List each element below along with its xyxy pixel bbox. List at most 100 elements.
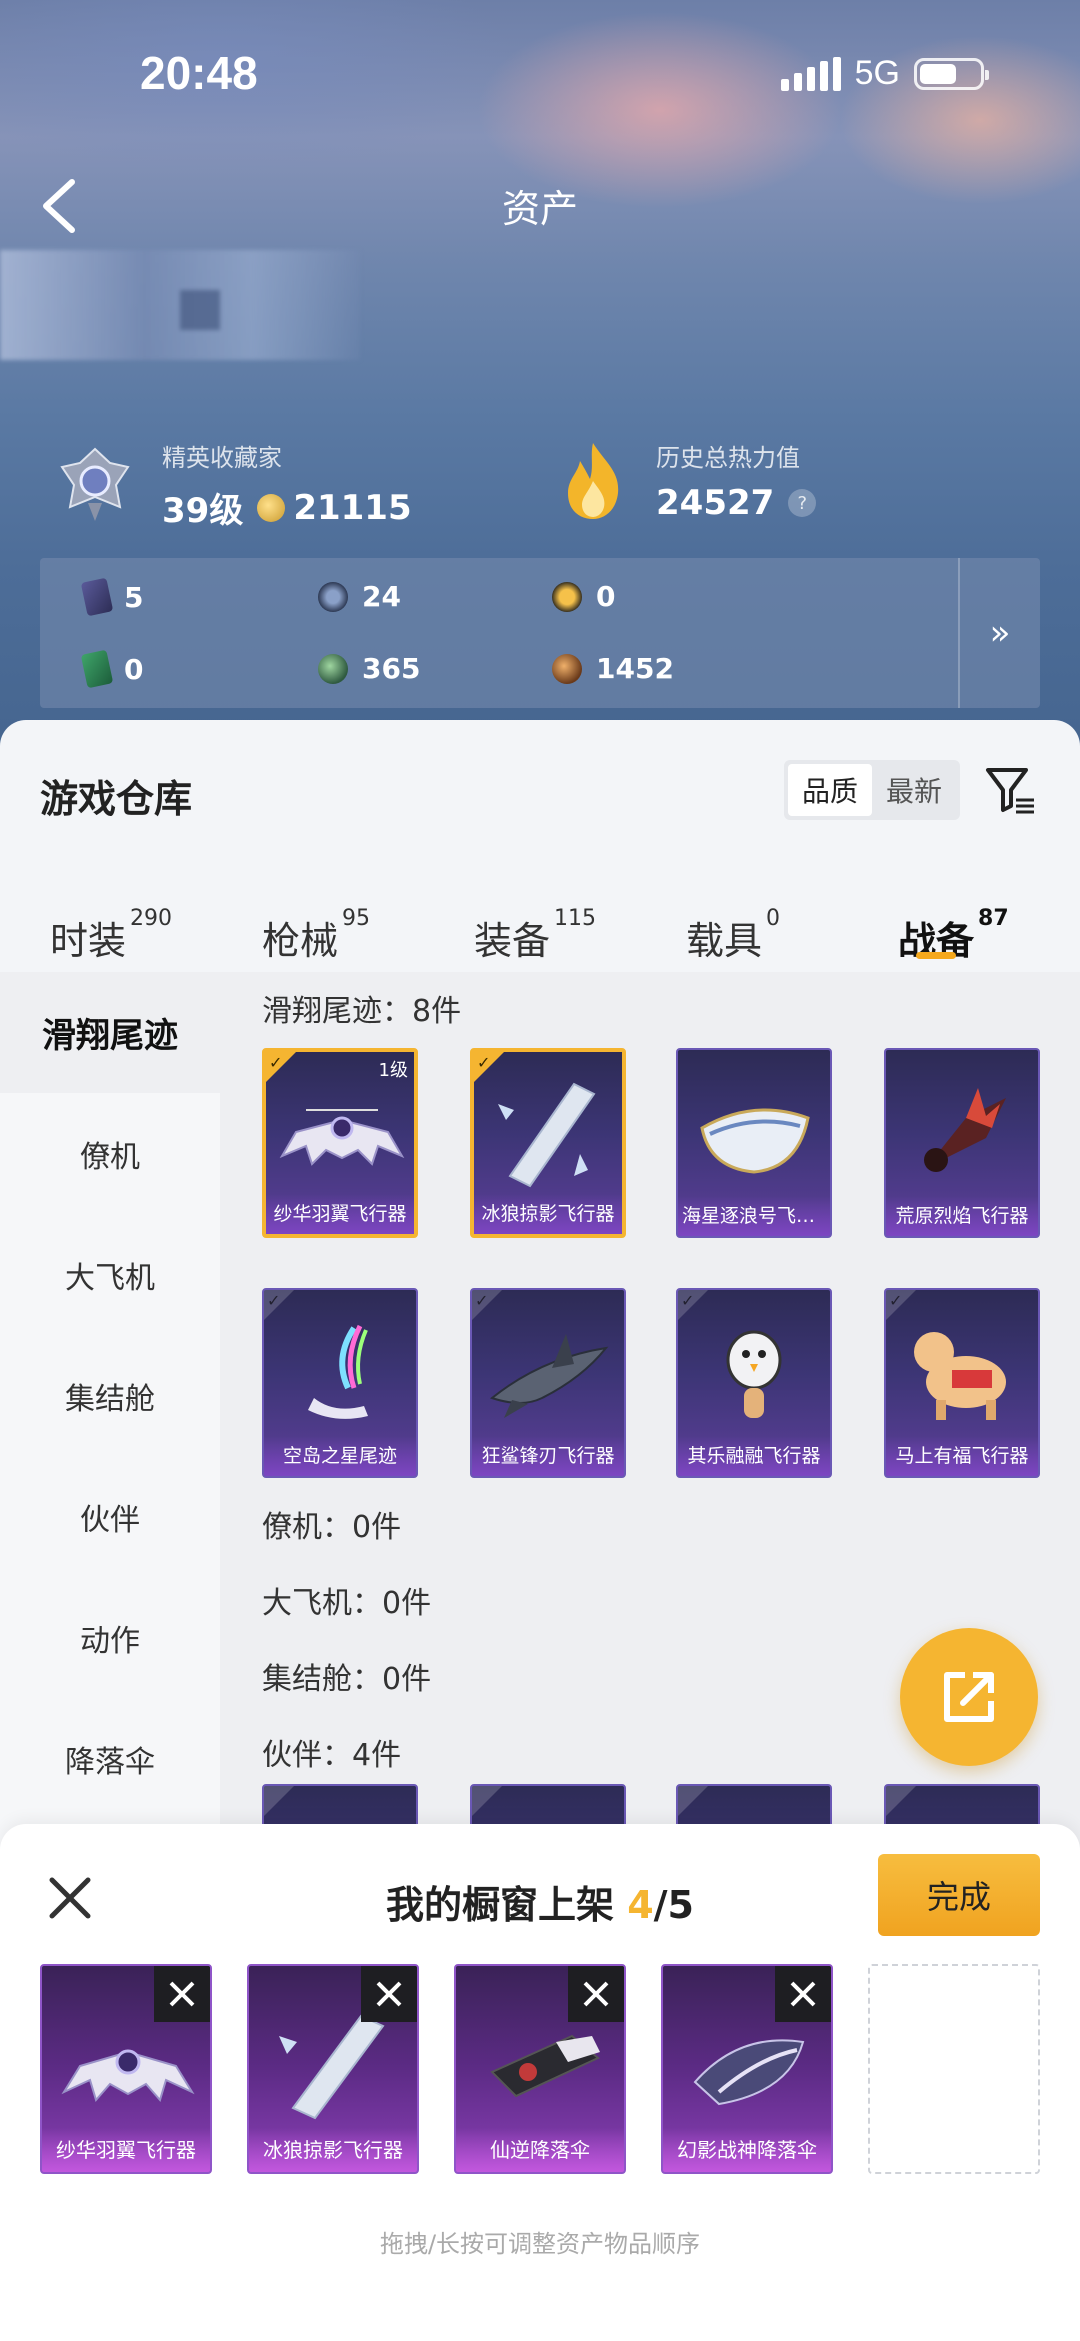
resource-gold-token: 0	[552, 580, 615, 613]
shark-glider-art	[489, 1334, 609, 1418]
item-card[interactable]: ✓ 冰狼掠影飞行器	[470, 1048, 626, 1238]
item-card[interactable]: ✓ 狂鲨锋刃飞行器	[470, 1288, 626, 1478]
close-icon	[169, 1981, 195, 2007]
close-icon	[583, 1981, 609, 2007]
status-time: 20:48	[140, 47, 258, 99]
purple-card-icon	[80, 577, 114, 617]
filter-icon[interactable]	[984, 764, 1036, 816]
resource-card-purple: 5	[80, 577, 143, 617]
collector-badge-icon	[60, 447, 130, 521]
network-type: 5G	[854, 54, 900, 92]
power-stat: 历史总热力值 24527 ?	[560, 438, 817, 523]
section-title: 滑翔尾迹：8件	[262, 994, 462, 1029]
item-card[interactable]: 海星逐浪号飞行器	[676, 1048, 832, 1238]
item-name: 马上有福飞行器	[886, 1436, 1038, 1476]
sidebar-item-glide-trail[interactable]: 滑翔尾迹	[0, 972, 220, 1093]
slot-name: 冰狼掠影飞行器	[249, 2128, 417, 2172]
bronze-coin-icon	[552, 653, 582, 684]
warehouse-title: 游戏仓库	[40, 777, 193, 821]
sort-toggle[interactable]: 品质 最新	[784, 760, 960, 820]
showcase-slot[interactable]: 幻影战神降落伞	[661, 1964, 833, 2174]
share-icon	[944, 1672, 994, 1722]
wing-glider-art	[61, 2049, 195, 2103]
showcase-slot[interactable]: 仙逆降落伞	[454, 1964, 626, 2174]
resources-more-button[interactable]: »	[958, 558, 1040, 708]
showcase-count: 4	[627, 1883, 654, 1927]
sidebar-item-big-plane[interactable]: 大飞机	[0, 1214, 220, 1335]
showcase-sheet: 我的橱窗上架 4/5 完成 纱华羽翼飞行器 冰狼掠影飞行器 仙逆降落伞 幻影战神…	[0, 1824, 1080, 2341]
showcase-total: /5	[653, 1883, 694, 1927]
resource-green-orb: 365	[318, 652, 420, 685]
item-card[interactable]: 荒原烈焰飞行器	[884, 1048, 1040, 1238]
close-icon	[376, 1981, 402, 2007]
slot-name: 仙逆降落伞	[456, 2128, 624, 2172]
category-tabs: 时装290 枪械95 装备115 载具0 战备87	[0, 870, 1080, 963]
item-card[interactable]: ✓ 其乐融融飞行器	[676, 1288, 832, 1478]
tab-vehicles[interactable]: 载具0	[686, 906, 780, 965]
power-value: 24527	[656, 483, 775, 523]
sort-newest[interactable]: 最新	[872, 764, 956, 816]
remove-button[interactable]	[775, 1966, 831, 2022]
tab-guns[interactable]: 枪械95	[262, 906, 370, 965]
ice-wolf-glider-art	[279, 2014, 385, 2120]
sidebar-item-emote[interactable]: 动作	[0, 1577, 220, 1698]
item-name: 狂鲨锋刃飞行器	[472, 1436, 624, 1476]
sidebar-item-parachute[interactable]: 降落伞	[0, 1698, 220, 1819]
flame-glider-art	[924, 1088, 1006, 1172]
empty-slot[interactable]	[868, 1964, 1040, 2174]
ice-wolf-glider-art	[498, 1082, 596, 1188]
sidebar-item-partner[interactable]: 伙伴	[0, 1456, 220, 1577]
remove-button[interactable]	[361, 1966, 417, 2022]
collector-level: 39级	[162, 491, 244, 531]
starfish-boat-art	[700, 1108, 810, 1174]
slot-name: 纱华羽翼飞行器	[42, 2128, 210, 2172]
resource-panel: 5 24 0 0 365 1452 »	[40, 558, 1040, 708]
item-name: 荒原烈焰飞行器	[886, 1196, 1038, 1236]
item-card[interactable]: ✓ 马上有福飞行器	[884, 1288, 1040, 1478]
battery-icon	[914, 57, 989, 90]
resource-silver-coin: 24	[318, 580, 401, 613]
coin-icon	[257, 493, 286, 522]
power-label: 历史总热力值	[656, 444, 800, 472]
coin-count: 21115	[293, 487, 412, 528]
lucky-horse-art	[914, 1332, 1006, 1420]
sidebar-item-assembly-pod[interactable]: 集结舱	[0, 1335, 220, 1456]
wing-glider-art	[279, 1109, 405, 1166]
silver-coin-icon	[318, 581, 348, 612]
showcase-slot[interactable]: 冰狼掠影飞行器	[247, 1964, 419, 2174]
item-name: 空岛之星尾迹	[264, 1436, 416, 1476]
remove-button[interactable]	[154, 1966, 210, 2022]
signal-icon	[780, 56, 841, 91]
section-title: 僚机：0件	[262, 1510, 402, 1545]
item-card[interactable]: ✓ 1级 纱华羽翼飞行器	[262, 1048, 418, 1238]
help-icon[interactable]: ?	[788, 489, 817, 517]
collector-label: 精英收藏家	[162, 444, 282, 472]
sort-quality[interactable]: 品质	[788, 764, 872, 816]
item-level: 1级	[378, 1060, 408, 1081]
close-icon	[790, 1981, 816, 2007]
active-tab-indicator	[916, 952, 956, 959]
share-button[interactable]	[900, 1628, 1038, 1766]
green-orb-icon	[318, 653, 348, 684]
page-title: 资产	[501, 187, 578, 231]
sky-star-trail-art	[308, 1324, 368, 1419]
item-card[interactable]: ✓ 空岛之星尾迹	[262, 1288, 418, 1478]
green-card-icon	[80, 649, 114, 689]
flame-icon	[568, 442, 619, 519]
parachute-art	[490, 2034, 600, 2098]
gold-token-icon	[552, 581, 582, 612]
section-title: 大飞机：0件	[262, 1586, 432, 1621]
sidebar-item-wingman[interactable]: 僚机	[0, 1093, 220, 1214]
tab-equipment[interactable]: 装备115	[474, 906, 596, 965]
blurred-username	[0, 250, 360, 360]
reorder-hint: 拖拽/长按可调整资产物品顺序	[379, 2230, 701, 2258]
remove-button[interactable]	[568, 1966, 624, 2022]
parachute-art	[693, 2039, 805, 2106]
done-button[interactable]: 完成	[878, 1854, 1040, 1936]
showcase-slot[interactable]: 纱华羽翼飞行器	[40, 1964, 212, 2174]
item-name: 冰狼掠影飞行器	[474, 1194, 622, 1234]
status-icons: 5G	[780, 54, 989, 93]
tab-fashion[interactable]: 时装290	[50, 906, 172, 965]
resource-card-green: 0	[80, 649, 143, 689]
penguin-glider-art	[726, 1330, 782, 1418]
